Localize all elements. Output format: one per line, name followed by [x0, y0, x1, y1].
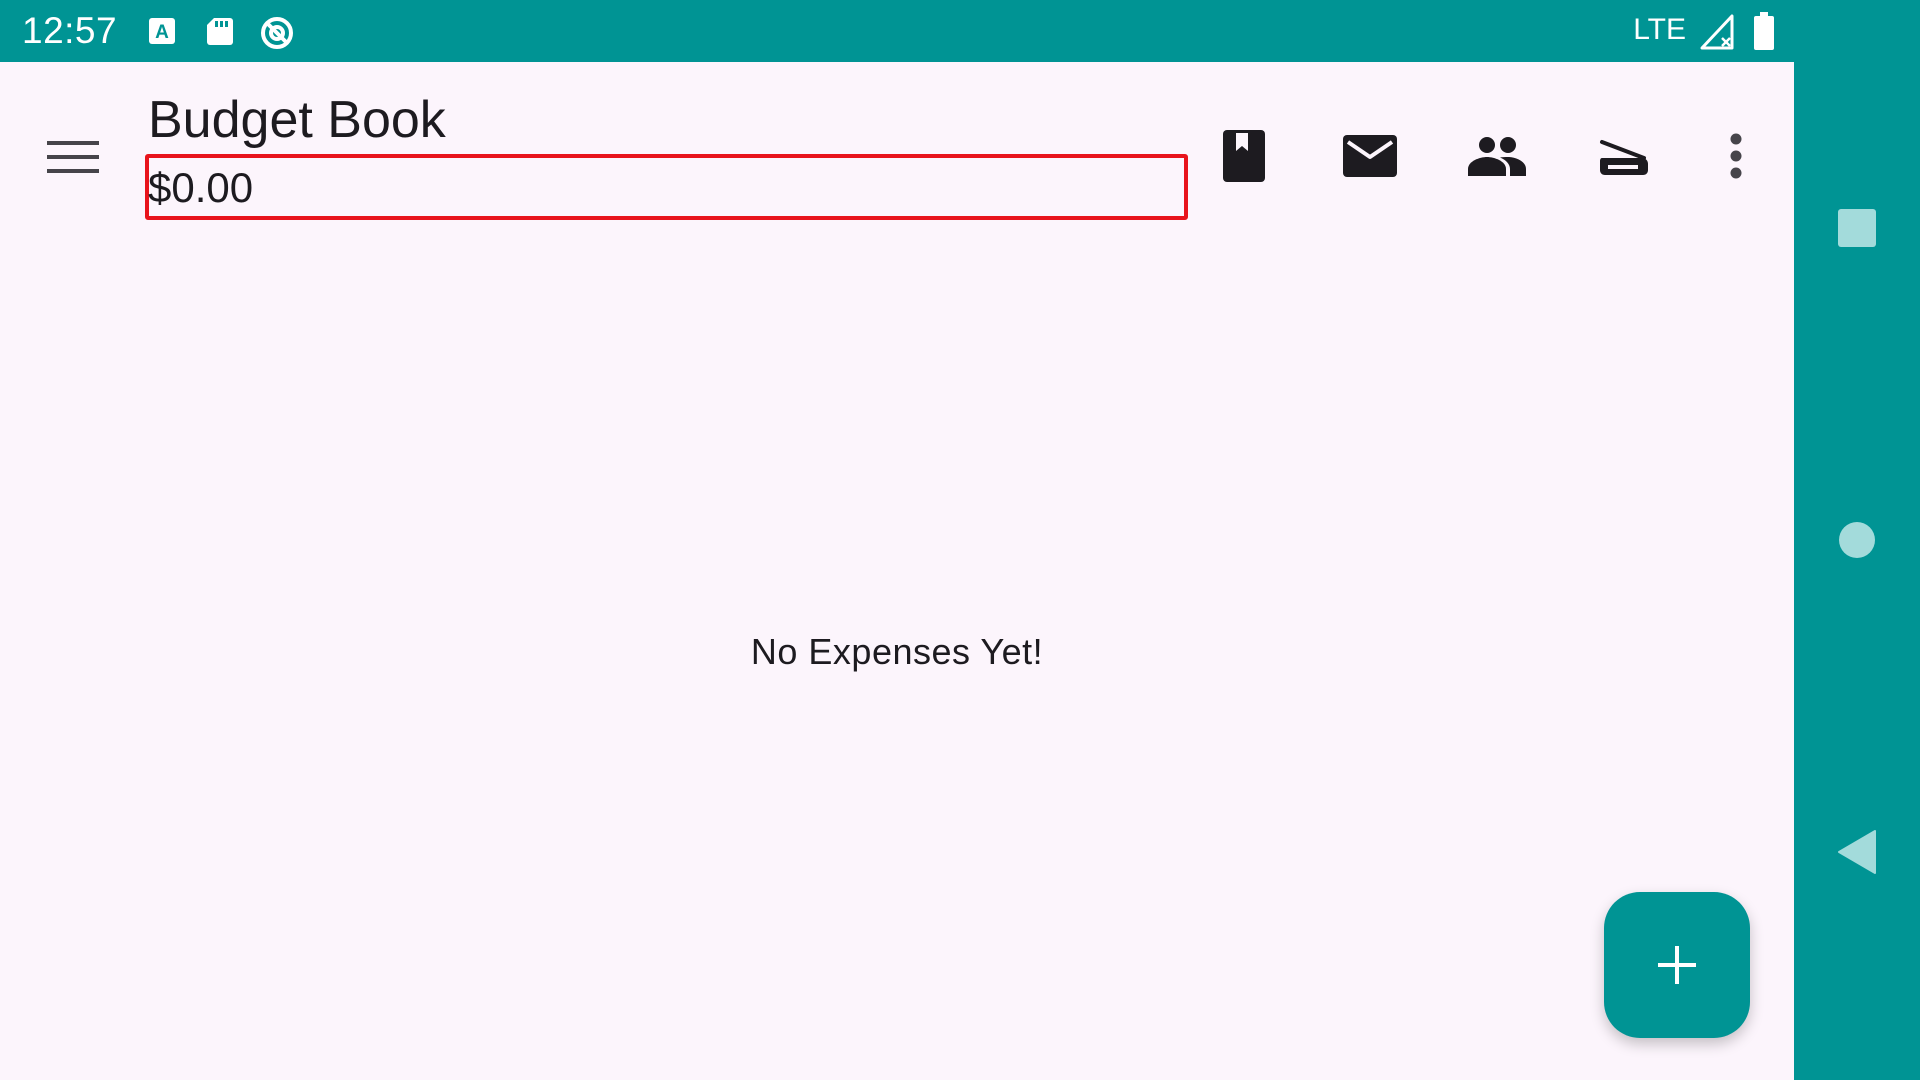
add-expense-fab[interactable]: [1604, 892, 1750, 1038]
status-time: 12:57: [22, 10, 118, 51]
home-icon: [1839, 522, 1875, 558]
sd-card-icon: [204, 15, 236, 47]
book-button[interactable]: [1204, 116, 1284, 196]
people-icon: [1468, 137, 1526, 176]
device-screen: 12:57 A LTE Budget Book $0.00 No Expense…: [0, 0, 1920, 1080]
recents-button[interactable]: [1825, 196, 1889, 260]
navigation-bar: [1794, 0, 1920, 1080]
more-vert-icon: [1730, 133, 1742, 179]
app-title: Budget Book: [148, 91, 446, 149]
recents-icon: [1838, 209, 1876, 247]
svg-text:A: A: [155, 22, 169, 43]
status-bar: 12:57 A LTE: [0, 0, 1794, 62]
keyboard-a-icon: A: [146, 15, 178, 47]
dnd-icon: [259, 15, 293, 49]
network-type: LTE: [1633, 13, 1686, 46]
balance-highlight-box: [145, 154, 1188, 220]
add-icon: [1658, 946, 1696, 984]
back-icon: [1838, 830, 1876, 874]
scanner-button[interactable]: [1584, 116, 1664, 196]
more-options-button[interactable]: [1696, 116, 1776, 196]
scanner-icon: [1600, 140, 1648, 175]
home-button[interactable]: [1825, 508, 1889, 572]
mail-icon: [1343, 135, 1397, 177]
people-button[interactable]: [1457, 116, 1537, 196]
app-content: Budget Book $0.00 No Expenses Yet!: [0, 62, 1794, 1080]
signal-icon: [1700, 14, 1736, 50]
menu-button[interactable]: [36, 120, 110, 194]
back-button[interactable]: [1825, 820, 1889, 884]
mail-button[interactable]: [1330, 116, 1410, 196]
balance-amount: $0.00: [148, 164, 254, 211]
empty-state-message: No Expenses Yet!: [750, 631, 1044, 672]
battery-icon: [1752, 12, 1776, 50]
book-icon: [1223, 130, 1265, 182]
hamburger-menu-icon: [47, 141, 99, 173]
